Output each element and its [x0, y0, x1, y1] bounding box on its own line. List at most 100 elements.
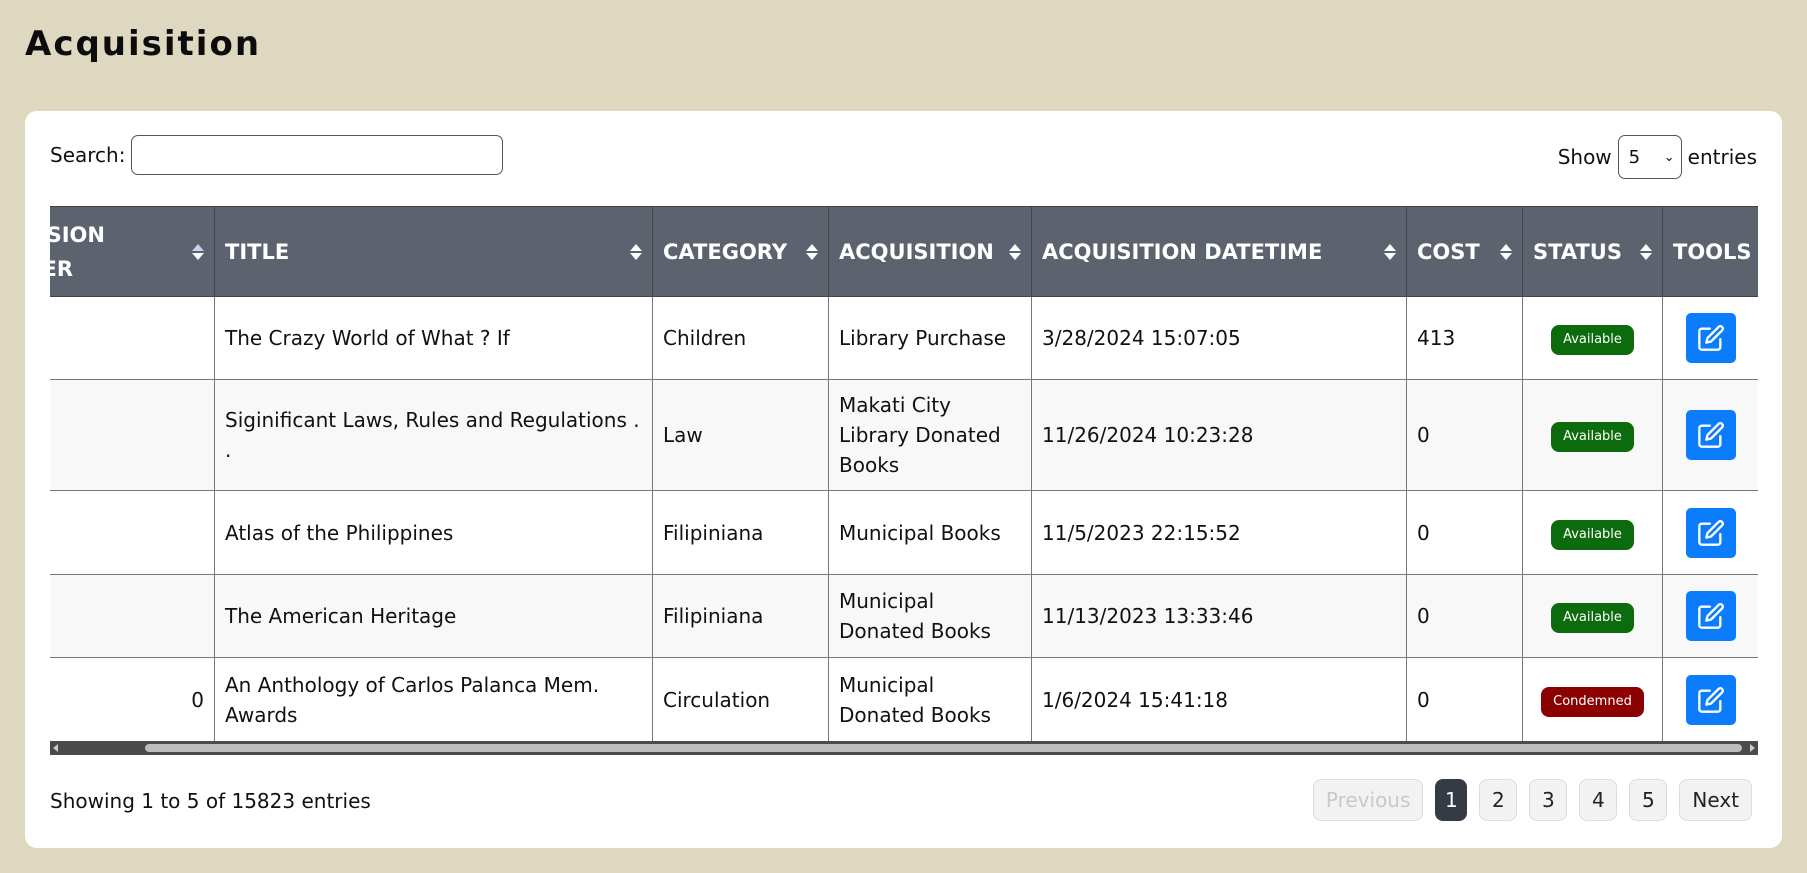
column-header-status[interactable]: STATUS [1522, 206, 1663, 297]
chevron-down-icon: ⌄ [1663, 149, 1675, 165]
cell-cost: 413 [1406, 296, 1523, 380]
page-button-1[interactable]: 1 [1435, 779, 1468, 821]
entries-select-value: 5 [1628, 146, 1641, 168]
table-row: Atlas of the Philippines Filipiniana Munic… [50, 490, 1758, 575]
search-group: Search: [50, 135, 504, 175]
previous-page-button[interactable]: Previous [1312, 779, 1424, 821]
edit-button[interactable] [1685, 674, 1736, 725]
cell-category: Filipiniana [652, 490, 829, 575]
column-header-tools: TOOLS [1662, 206, 1758, 297]
column-header-category-label: CATEGORY [663, 239, 788, 264]
cell-tools [1662, 490, 1758, 575]
column-header-accession[interactable]: ACCESSION NUMBER [50, 206, 215, 297]
page-button-4[interactable]: 4 [1579, 779, 1618, 821]
cell-accession [50, 296, 215, 380]
cell-accession [50, 490, 215, 575]
edit-button[interactable] [1685, 313, 1736, 363]
cell-category: Circulation [652, 657, 829, 742]
sort-icon [806, 243, 818, 260]
table-row: The Crazy World of What ? If Children Libr… [50, 296, 1758, 380]
cell-status: Available [1522, 574, 1663, 658]
entries-select[interactable]: 5 ⌄ [1617, 135, 1682, 179]
column-header-title[interactable]: TITLE [214, 206, 653, 297]
status-badge: Condemned [1541, 686, 1644, 717]
status-badge: Available [1551, 519, 1634, 550]
table-row: Siginificant Laws, Rules and Regulations… [50, 379, 1758, 491]
cell-title: The American Heritage [214, 574, 653, 658]
sort-icon [1500, 243, 1512, 260]
edit-button[interactable] [1685, 591, 1736, 641]
cell-acquisition: Municipal Books [828, 490, 1032, 575]
scrollbar-thumb[interactable] [145, 744, 1742, 752]
status-badge: Available [1551, 603, 1634, 633]
cell-category: Children [652, 296, 829, 380]
cell-acquisition-datetime: 11/13/2023 13:33:46 [1031, 574, 1407, 658]
page-button-5[interactable]: 5 [1629, 779, 1668, 821]
column-header-accession-line1: ACCESSION [50, 222, 105, 247]
cell-tools [1662, 296, 1758, 380]
search-input[interactable] [131, 135, 504, 175]
column-header-category[interactable]: CATEGORY [652, 206, 829, 297]
cell-cost: 0 [1406, 490, 1523, 575]
cell-category: Filipiniana [652, 574, 829, 658]
column-header-acquisition-datetime[interactable]: ACQUISITION DATETIME [1031, 206, 1407, 297]
cell-accession [50, 574, 215, 658]
table-header-row: ACCESSION NUMBER TITLE CATEGORY ACQUISIT… [50, 206, 1758, 297]
page-button-2[interactable]: 2 [1479, 779, 1518, 821]
cell-accession [50, 379, 215, 491]
scroll-right-arrow-icon[interactable] [1750, 744, 1755, 752]
cell-tools [1662, 574, 1758, 658]
entries-label: entries [1687, 145, 1757, 169]
table-row: The American Heritage Filipiniana Municipa… [50, 574, 1758, 658]
edit-button[interactable] [1685, 507, 1736, 558]
column-header-title-label: TITLE [225, 239, 290, 264]
table-row: 0 An Anthology of Carlos Palanca Mem. Awa… [50, 657, 1758, 742]
entries-length-control: Show 5 ⌄ entries [1558, 135, 1757, 179]
page-title: Acquisition [25, 24, 262, 64]
sort-icon [1640, 243, 1652, 260]
column-header-datetime-label: ACQUISITION DATETIME [1042, 239, 1323, 264]
cell-status: Available [1522, 379, 1663, 491]
acquisition-card: Search: Show 5 ⌄ entries ACCESSION NUMBE… [25, 111, 1782, 848]
cell-acquisition: Makati City Library Donated Books [828, 379, 1032, 491]
column-header-cost-label: COST [1417, 239, 1480, 264]
sort-icon [1384, 243, 1396, 260]
scroll-left-arrow-icon[interactable] [53, 744, 58, 752]
cell-acquisition-datetime: 3/28/2024 15:07:05 [1031, 296, 1407, 380]
edit-icon [1697, 602, 1725, 630]
column-header-acquisition-label: ACQUISITION [839, 239, 994, 264]
cell-category: Law [652, 379, 829, 491]
edit-button[interactable] [1685, 410, 1736, 460]
cell-acquisition: Municipal Donated Books [828, 574, 1032, 658]
acquisition-table: ACCESSION NUMBER TITLE CATEGORY ACQUISIT… [50, 206, 1758, 742]
edit-icon [1697, 324, 1725, 352]
cell-cost: 0 [1406, 574, 1523, 658]
table-scroll-container[interactable]: ACCESSION NUMBER TITLE CATEGORY ACQUISIT… [50, 206, 1758, 758]
status-badge: Available [1551, 325, 1634, 355]
page-button-3[interactable]: 3 [1529, 779, 1568, 821]
sort-icon [192, 243, 204, 260]
column-header-acquisition[interactable]: ACQUISITION [828, 206, 1032, 297]
next-page-button[interactable]: Next [1679, 779, 1752, 821]
cell-accession: 0 [50, 657, 215, 742]
table-info: Showing 1 to 5 of 15823 entries [50, 789, 371, 813]
cell-acquisition: Library Purchase [828, 296, 1032, 380]
cell-status: Condemned [1522, 657, 1663, 742]
cell-tools [1662, 379, 1758, 491]
column-header-tools-label: TOOLS [1673, 239, 1752, 264]
cell-status: Available [1522, 296, 1663, 380]
cell-status: Available [1522, 490, 1663, 575]
edit-icon [1697, 421, 1725, 449]
column-header-cost[interactable]: COST [1406, 206, 1523, 297]
cell-acquisition-datetime: 1/6/2024 15:41:18 [1031, 657, 1407, 742]
cell-acquisition-datetime: 11/26/2024 10:23:28 [1031, 379, 1407, 491]
horizontal-scrollbar[interactable] [50, 741, 1758, 755]
sort-icon [1009, 243, 1021, 260]
cell-cost: 0 [1406, 657, 1523, 742]
pagination: Previous 1 2 3 4 5 Next [1312, 779, 1752, 821]
edit-icon [1697, 519, 1725, 547]
cell-acquisition-datetime: 11/5/2023 22:15:52 [1031, 490, 1407, 575]
column-header-accession-line2: NUMBER [50, 256, 74, 281]
cell-title: An Anthology of Carlos Palanca Mem. Awar… [214, 657, 653, 742]
cell-cost: 0 [1406, 379, 1523, 491]
